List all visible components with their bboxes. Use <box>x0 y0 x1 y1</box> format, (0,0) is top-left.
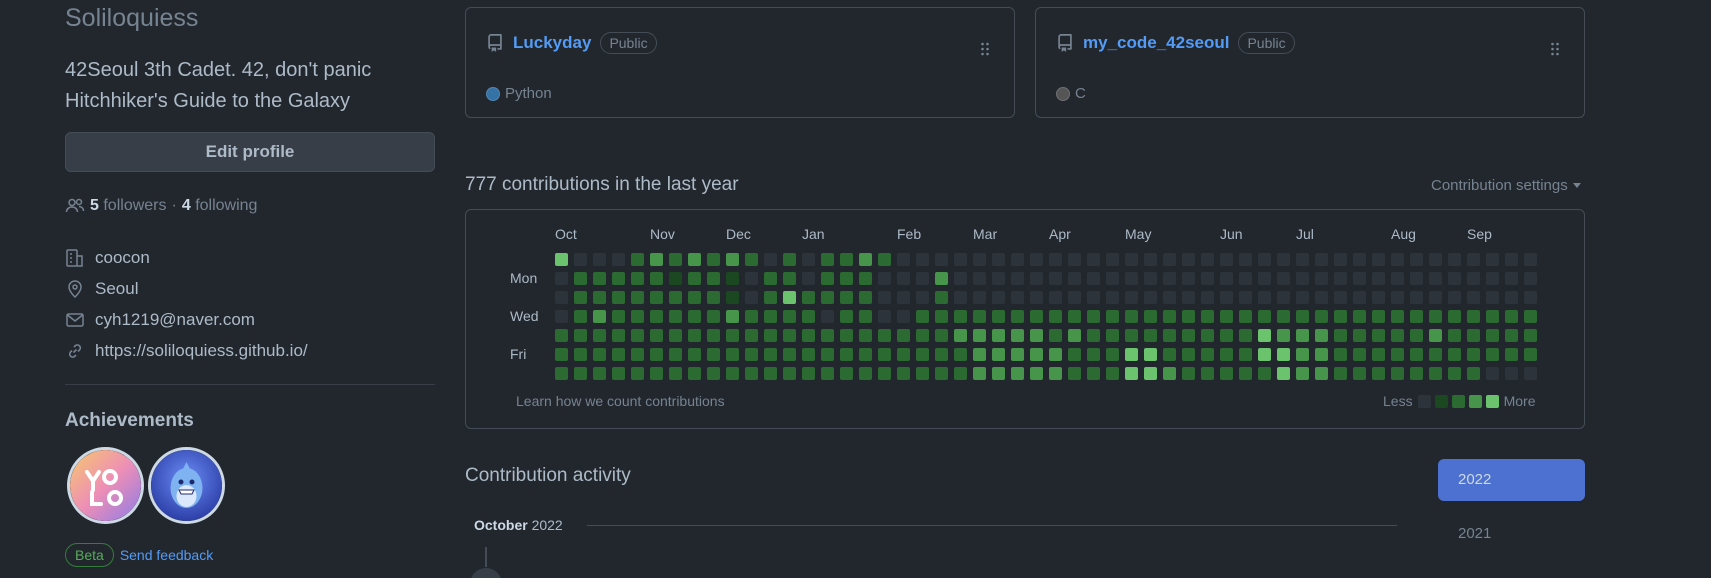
contributions-title: 777 contributions in the last year <box>465 174 739 195</box>
repo-name-link[interactable]: Luckyday <box>513 33 591 53</box>
profile-location: Seoul <box>65 279 138 299</box>
month-label: Feb <box>897 226 922 242</box>
legend-swatch <box>1485 394 1499 408</box>
legend-swatches <box>1417 394 1499 408</box>
profile-company: coocon <box>65 248 150 268</box>
profile-username: Soliloquiess <box>65 4 199 32</box>
organization-icon <box>66 249 83 267</box>
month-label: Aug <box>1391 226 1416 242</box>
drag-handle-icon[interactable] <box>1550 42 1560 56</box>
repo-language: C <box>1056 85 1086 102</box>
activity-month-name: October <box>474 517 528 533</box>
month-label: Mar <box>973 226 998 242</box>
contribution-settings-label[interactable]: Contribution settings <box>1431 177 1568 194</box>
month-label: Sep <box>1467 226 1492 242</box>
sidebar-divider <box>65 384 435 385</box>
people-icon <box>65 198 85 213</box>
bio-line-2: Hitchhiker's Guide to the Galaxy <box>65 90 351 112</box>
send-feedback-link[interactable]: Send feedback <box>120 547 213 563</box>
language-name: Python <box>505 85 552 102</box>
location-text: Seoul <box>95 279 139 298</box>
day-label: Wed <box>510 308 539 324</box>
repo-icon <box>488 34 502 52</box>
month-label: May <box>1125 226 1152 242</box>
month-label: Oct <box>555 226 577 242</box>
repo-icon <box>1058 34 1072 52</box>
month-label: Jan <box>802 226 825 242</box>
profile-bio: 42Seoul 3th Cadet. 42, don't panic Hitch… <box>65 55 435 117</box>
repo-language: Python <box>486 85 552 102</box>
legend-swatch <box>1417 394 1431 408</box>
year-2022-button[interactable]: 2022 <box>1438 459 1585 501</box>
location-icon <box>68 280 82 299</box>
caret-down-icon <box>1572 183 1581 188</box>
timeline-line <box>485 547 487 567</box>
contribution-activity-title: Contribution activity <box>465 465 631 486</box>
pinned-repo-card: Luckyday Public Python <box>465 7 1015 118</box>
language-color-dot <box>1056 86 1070 101</box>
pinned-repo-card: my_code_42seoul Public C <box>1035 7 1585 118</box>
achievements-title: Achievements <box>65 410 194 431</box>
day-label: Mon <box>510 270 538 286</box>
link-icon <box>68 344 82 358</box>
language-name: C <box>1075 85 1086 102</box>
month-label: Jul <box>1296 226 1314 242</box>
month-label: Nov <box>650 226 675 242</box>
timeline-node-icon <box>470 568 502 578</box>
contribution-legend: Less More <box>1383 393 1535 409</box>
followers-link[interactable]: 5 followers <box>90 197 167 215</box>
contribution-settings-dropdown[interactable]: Contribution settings <box>1431 177 1581 194</box>
mail-icon <box>66 313 84 327</box>
bio-line-1: 42Seoul 3th Cadet. 42, don't panic <box>65 59 372 81</box>
month-label: Dec <box>726 226 751 242</box>
email-text[interactable]: cyh1219@naver.com <box>95 310 255 330</box>
learn-contributions-link[interactable]: Learn how we count contributions <box>516 393 725 409</box>
beta-feedback-row: Beta Send feedback <box>65 543 213 567</box>
legend-swatch <box>1451 394 1465 408</box>
legend-swatch <box>1434 394 1448 408</box>
repo-name-link[interactable]: my_code_42seoul <box>1083 33 1229 53</box>
company-text: coocon <box>95 248 150 267</box>
month-label: Jun <box>1220 226 1243 242</box>
following-link[interactable]: 4 following <box>182 197 258 215</box>
repo-header: my_code_42seoul Public <box>1056 32 1295 54</box>
legend-less: Less <box>1383 393 1413 409</box>
follow-stats: 5 followers · 4 following <box>65 196 257 216</box>
shark-achievement-badge[interactable] <box>148 447 225 524</box>
drag-handle-icon[interactable] <box>980 42 990 56</box>
profile-email[interactable]: cyh1219@naver.com <box>65 310 255 330</box>
month-label: Apr <box>1049 226 1071 242</box>
beta-badge: Beta <box>65 543 114 567</box>
edit-profile-button[interactable]: Edit profile <box>65 132 435 172</box>
year-2021-link[interactable]: 2021 <box>1458 525 1491 542</box>
yolo-achievement-badge[interactable] <box>67 447 144 524</box>
month-divider-line <box>587 525 1397 526</box>
profile-website[interactable]: https://soliloquiess.github.io/ <box>65 341 308 361</box>
repo-visibility-badge: Public <box>600 32 657 54</box>
activity-month-heading: October 2022 <box>474 517 563 533</box>
activity-month-year: 2022 <box>531 517 563 533</box>
day-label: Fri <box>510 346 527 362</box>
repo-visibility-badge: Public <box>1238 32 1295 54</box>
website-text[interactable]: https://soliloquiess.github.io/ <box>95 341 308 361</box>
follow-separator: · <box>171 197 177 214</box>
legend-more: More <box>1503 393 1536 409</box>
legend-swatch <box>1468 394 1482 408</box>
language-color-dot <box>486 86 500 101</box>
repo-header: Luckyday Public <box>486 32 657 54</box>
